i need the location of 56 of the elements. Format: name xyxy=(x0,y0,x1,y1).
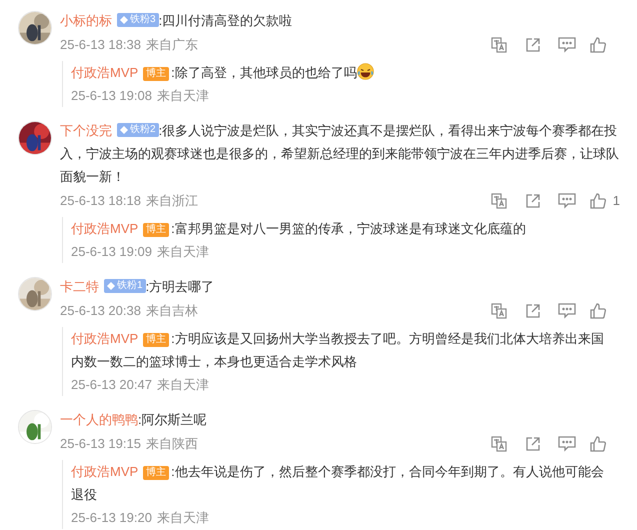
like-icon[interactable] xyxy=(590,192,606,208)
timestamp: 25-6-13 19:08 xyxy=(71,88,152,103)
timestamp: 25-6-13 20:38 xyxy=(60,302,141,320)
location: 来自陕西 xyxy=(146,435,198,453)
username-link[interactable]: 一个人的鸭鸭 xyxy=(60,412,138,427)
fan-badge: 铁粉2 xyxy=(117,123,159,137)
comment-text: 一个人的鸭鸭:阿尔斯兰呢 xyxy=(60,411,208,429)
reply-text: 付政浩MVP 博主 :除了高登，其他球员的也给了吗 xyxy=(71,61,605,84)
comment-icon[interactable] xyxy=(558,302,576,318)
fan-badge: 铁粉1 xyxy=(104,279,146,293)
location: 来自天津 xyxy=(156,377,209,392)
translate-icon[interactable] xyxy=(491,36,507,52)
timestamp: 25-6-13 20:47 xyxy=(71,377,152,392)
location: 来自浙江 xyxy=(146,192,198,210)
share-icon[interactable] xyxy=(525,436,541,452)
share-icon[interactable] xyxy=(525,302,541,318)
reply-text: 付政浩MVP 博主 :方明应该是又回扬州大学当教授去了吧。方明曾经是我们北体大培养出来国内数一数二的篮球博士，本身也更适合走学术风格 xyxy=(71,330,605,371)
fan-badge: 铁粉3 xyxy=(117,13,159,27)
username-link[interactable]: 卡二特 xyxy=(60,279,99,294)
comment-icon[interactable] xyxy=(558,436,576,452)
location: 来自吉林 xyxy=(146,302,198,320)
blogger-badge: 博主 xyxy=(143,333,170,347)
timestamp: 25-6-13 19:09 xyxy=(71,244,152,259)
username-link[interactable]: 付政浩MVP xyxy=(71,221,138,236)
comment-text: 下个没完 铁粉2 :很多人说宁波是烂队，其实宁波还真不是摆烂队，看得出来宁波每个赛季都在投入，宁波主场的观赛球迷也是很多的，希望新总经理的到来能带领宁波在三年内进季后赛，让球队面貌一新！ xyxy=(60,122,620,186)
username-link[interactable]: 付政浩MVP xyxy=(71,331,138,346)
comment-icon[interactable] xyxy=(558,36,576,52)
comment-text: 小标的标 铁粉3 :四川付清高登的欠款啦 xyxy=(60,12,294,30)
username-link[interactable]: 下个没完 xyxy=(60,123,112,138)
location: 来自天津 xyxy=(156,510,209,525)
like-icon[interactable] xyxy=(590,302,606,318)
blogger-badge: 博主 xyxy=(143,67,170,81)
blogger-badge: 博主 xyxy=(143,223,170,237)
share-icon[interactable] xyxy=(525,36,541,52)
timestamp: 25-6-13 19:20 xyxy=(71,510,152,525)
reply-text: 付政浩MVP 博主 :他去年说是伤了，然后整个赛季都没打，合同今年到期了。有人说他可能会退役 xyxy=(71,463,605,504)
comment-icon[interactable] xyxy=(558,192,576,208)
username-link[interactable]: 付政浩MVP xyxy=(71,65,138,80)
timestamp: 25-6-13 18:18 xyxy=(60,192,141,210)
timestamp: 25-6-13 18:38 xyxy=(60,36,141,54)
comment-text: 卡二特 铁粉1 :方明去哪了 xyxy=(60,278,216,296)
share-icon[interactable] xyxy=(525,192,541,208)
translate-icon[interactable] xyxy=(491,436,507,452)
username-link[interactable]: 付政浩MVP xyxy=(71,464,138,479)
translate-icon[interactable] xyxy=(491,192,507,208)
like-icon[interactable] xyxy=(590,36,606,52)
location: 来自天津 xyxy=(156,88,209,103)
like-count: 1 xyxy=(612,193,620,208)
reply-text: 付政浩MVP 博主 :富邦男篮是对八一男篮的传承，宁波球迷是有球迷文化底蕴的 xyxy=(71,220,527,239)
username-link[interactable]: 小标的标 xyxy=(60,13,112,28)
location: 来自天津 xyxy=(156,244,209,259)
timestamp: 25-6-13 19:15 xyxy=(60,435,141,453)
translate-icon[interactable] xyxy=(491,302,507,318)
blogger-badge: 博主 xyxy=(143,466,170,480)
location: 来自广东 xyxy=(146,36,198,54)
like-icon[interactable] xyxy=(590,436,606,452)
